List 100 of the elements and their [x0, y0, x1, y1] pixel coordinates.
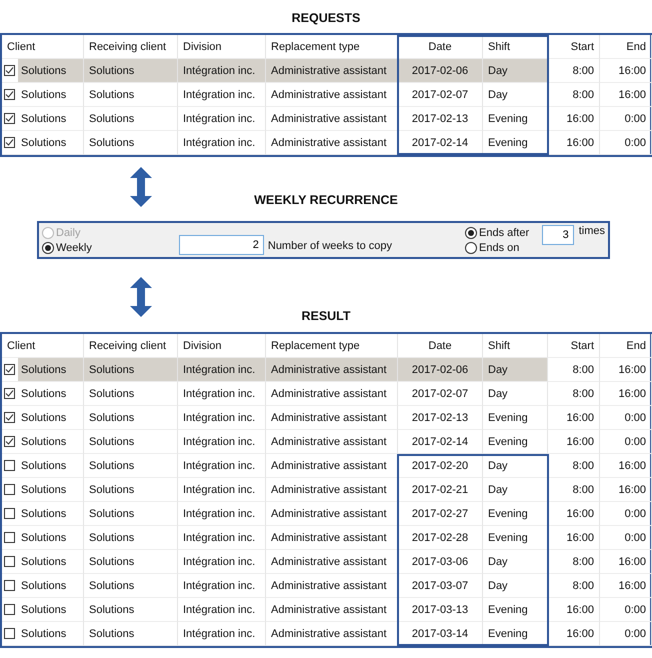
- checkbox[interactable]: [4, 460, 15, 471]
- table-cell: 0:00: [600, 502, 652, 526]
- table-cell: Solutions: [84, 358, 178, 382]
- checkbox[interactable]: [4, 484, 15, 495]
- table-cell-text: Solutions: [20, 506, 68, 522]
- table-cell: Solutions: [84, 574, 178, 598]
- table-cell-text: Solutions: [20, 458, 68, 474]
- table-cell: 0:00: [600, 526, 652, 550]
- section-title: RESULT: [301, 309, 351, 323]
- table-cell: 2017-02-14: [398, 430, 483, 454]
- table-cell: 16:00: [548, 131, 600, 155]
- table-cell: Solutions: [84, 526, 178, 550]
- table-cell: 0:00: [600, 622, 652, 646]
- times-input[interactable]: 3: [542, 225, 574, 245]
- weeks-input[interactable]: 2: [178, 235, 264, 255]
- table-cell: Intégration inc.: [178, 382, 266, 406]
- table-cell: Administrative assistant: [266, 107, 398, 131]
- table-cell: Administrative assistant: [266, 574, 398, 598]
- table-cell: Administrative assistant: [266, 83, 398, 107]
- table-cell: Administrative assistant: [266, 358, 398, 382]
- table-cell: 8:00: [548, 382, 600, 406]
- table-cell: Intégration inc.: [178, 358, 266, 382]
- checkbox[interactable]: [4, 412, 15, 423]
- checkbox[interactable]: [4, 604, 15, 615]
- table-cell-text: Solutions: [20, 578, 68, 594]
- table-cell: Solutions: [84, 478, 178, 502]
- double-arrow-icon: [130, 167, 152, 207]
- checkbox[interactable]: [4, 628, 15, 639]
- column-header[interactable]: Start: [548, 35, 600, 59]
- table-cell: 8:00: [548, 358, 600, 382]
- table-cell-text: Solutions: [20, 410, 68, 426]
- column-header[interactable]: End: [600, 334, 652, 358]
- section-title: REQUESTS: [292, 11, 360, 25]
- table-cell: Administrative assistant: [266, 406, 398, 430]
- table-cell: Intégration inc.: [178, 622, 266, 646]
- checkbox[interactable]: [4, 137, 15, 148]
- table-cell: 16:00: [548, 107, 600, 131]
- table-cell: 16:00: [600, 454, 652, 478]
- column-header[interactable]: End: [600, 35, 652, 59]
- radio-icon[interactable]: [42, 242, 54, 254]
- checkbox[interactable]: [4, 532, 15, 543]
- table-cell: Solutions: [84, 131, 178, 155]
- table-cell: Solutions: [84, 622, 178, 646]
- section-title: WEEKLY RECURRENCE: [254, 193, 398, 207]
- table-cell: Solutions: [84, 406, 178, 430]
- radio-option[interactable]: Weekly: [42, 240, 92, 255]
- table-cell: Intégration inc.: [178, 574, 266, 598]
- table-cell: 2017-02-06: [398, 59, 483, 83]
- table-cell: Day: [483, 382, 548, 406]
- checkbox[interactable]: [4, 113, 15, 124]
- table-cell: Day: [483, 454, 548, 478]
- checkbox[interactable]: [4, 89, 15, 100]
- radio-option[interactable]: Ends after: [465, 225, 542, 240]
- checkbox[interactable]: [4, 388, 15, 399]
- table-cell: Intégration inc.: [178, 430, 266, 454]
- table-cell: 2017-02-21: [398, 478, 483, 502]
- checkbox[interactable]: [4, 508, 15, 519]
- table-cell-text: Solutions: [20, 434, 68, 450]
- radio-icon[interactable]: [465, 242, 477, 254]
- table-cell: 2017-03-06: [398, 550, 483, 574]
- table-cell: Intégration inc.: [178, 83, 266, 107]
- table-cell: Administrative assistant: [266, 430, 398, 454]
- table-cell: 16:00: [600, 478, 652, 502]
- table-cell: Administrative assistant: [266, 526, 398, 550]
- table-cell: Administrative assistant: [266, 598, 398, 622]
- table-cell: 0:00: [600, 406, 652, 430]
- table-cell: Solutions: [84, 83, 178, 107]
- radio-icon[interactable]: [465, 226, 477, 238]
- table-cell: Intégration inc.: [178, 59, 266, 83]
- table-cell-text: Solutions: [20, 554, 68, 570]
- table-cell: 8:00: [548, 83, 600, 107]
- table-cell: Day: [483, 83, 548, 107]
- table-cell: Evening: [483, 107, 548, 131]
- checkbox[interactable]: [4, 364, 15, 375]
- column-header[interactable]: Start: [548, 334, 600, 358]
- table-cell: Solutions: [18, 59, 83, 82]
- table-cell: 8:00: [548, 478, 600, 502]
- table-cell: Administrative assistant: [266, 454, 398, 478]
- table-cell: Day: [483, 574, 548, 598]
- table-cell: 16:00: [600, 382, 652, 406]
- checkbox[interactable]: [4, 436, 15, 447]
- table-cell: 2017-02-27: [398, 502, 483, 526]
- table-cell: Administrative assistant: [266, 622, 398, 646]
- table-cell: 2017-02-20: [398, 454, 483, 478]
- table-cell: Evening: [483, 131, 548, 155]
- table-cell: 2017-02-13: [398, 107, 483, 131]
- checkbox[interactable]: [4, 580, 15, 591]
- radio-option[interactable]: Ends on: [465, 240, 542, 255]
- table-cell: Solutions: [84, 454, 178, 478]
- checkbox[interactable]: [4, 65, 15, 76]
- table-cell: Evening: [483, 622, 548, 646]
- table-cell: Solutions: [18, 358, 83, 381]
- table-cell: Administrative assistant: [266, 382, 398, 406]
- table-cell: Evening: [483, 406, 548, 430]
- table-cell: 8:00: [548, 454, 600, 478]
- table-cell: 2017-02-07: [398, 83, 483, 107]
- table-cell: Intégration inc.: [178, 598, 266, 622]
- checkbox[interactable]: [4, 556, 15, 567]
- table-cell: 16:00: [600, 59, 652, 83]
- table-cell: Intégration inc.: [178, 478, 266, 502]
